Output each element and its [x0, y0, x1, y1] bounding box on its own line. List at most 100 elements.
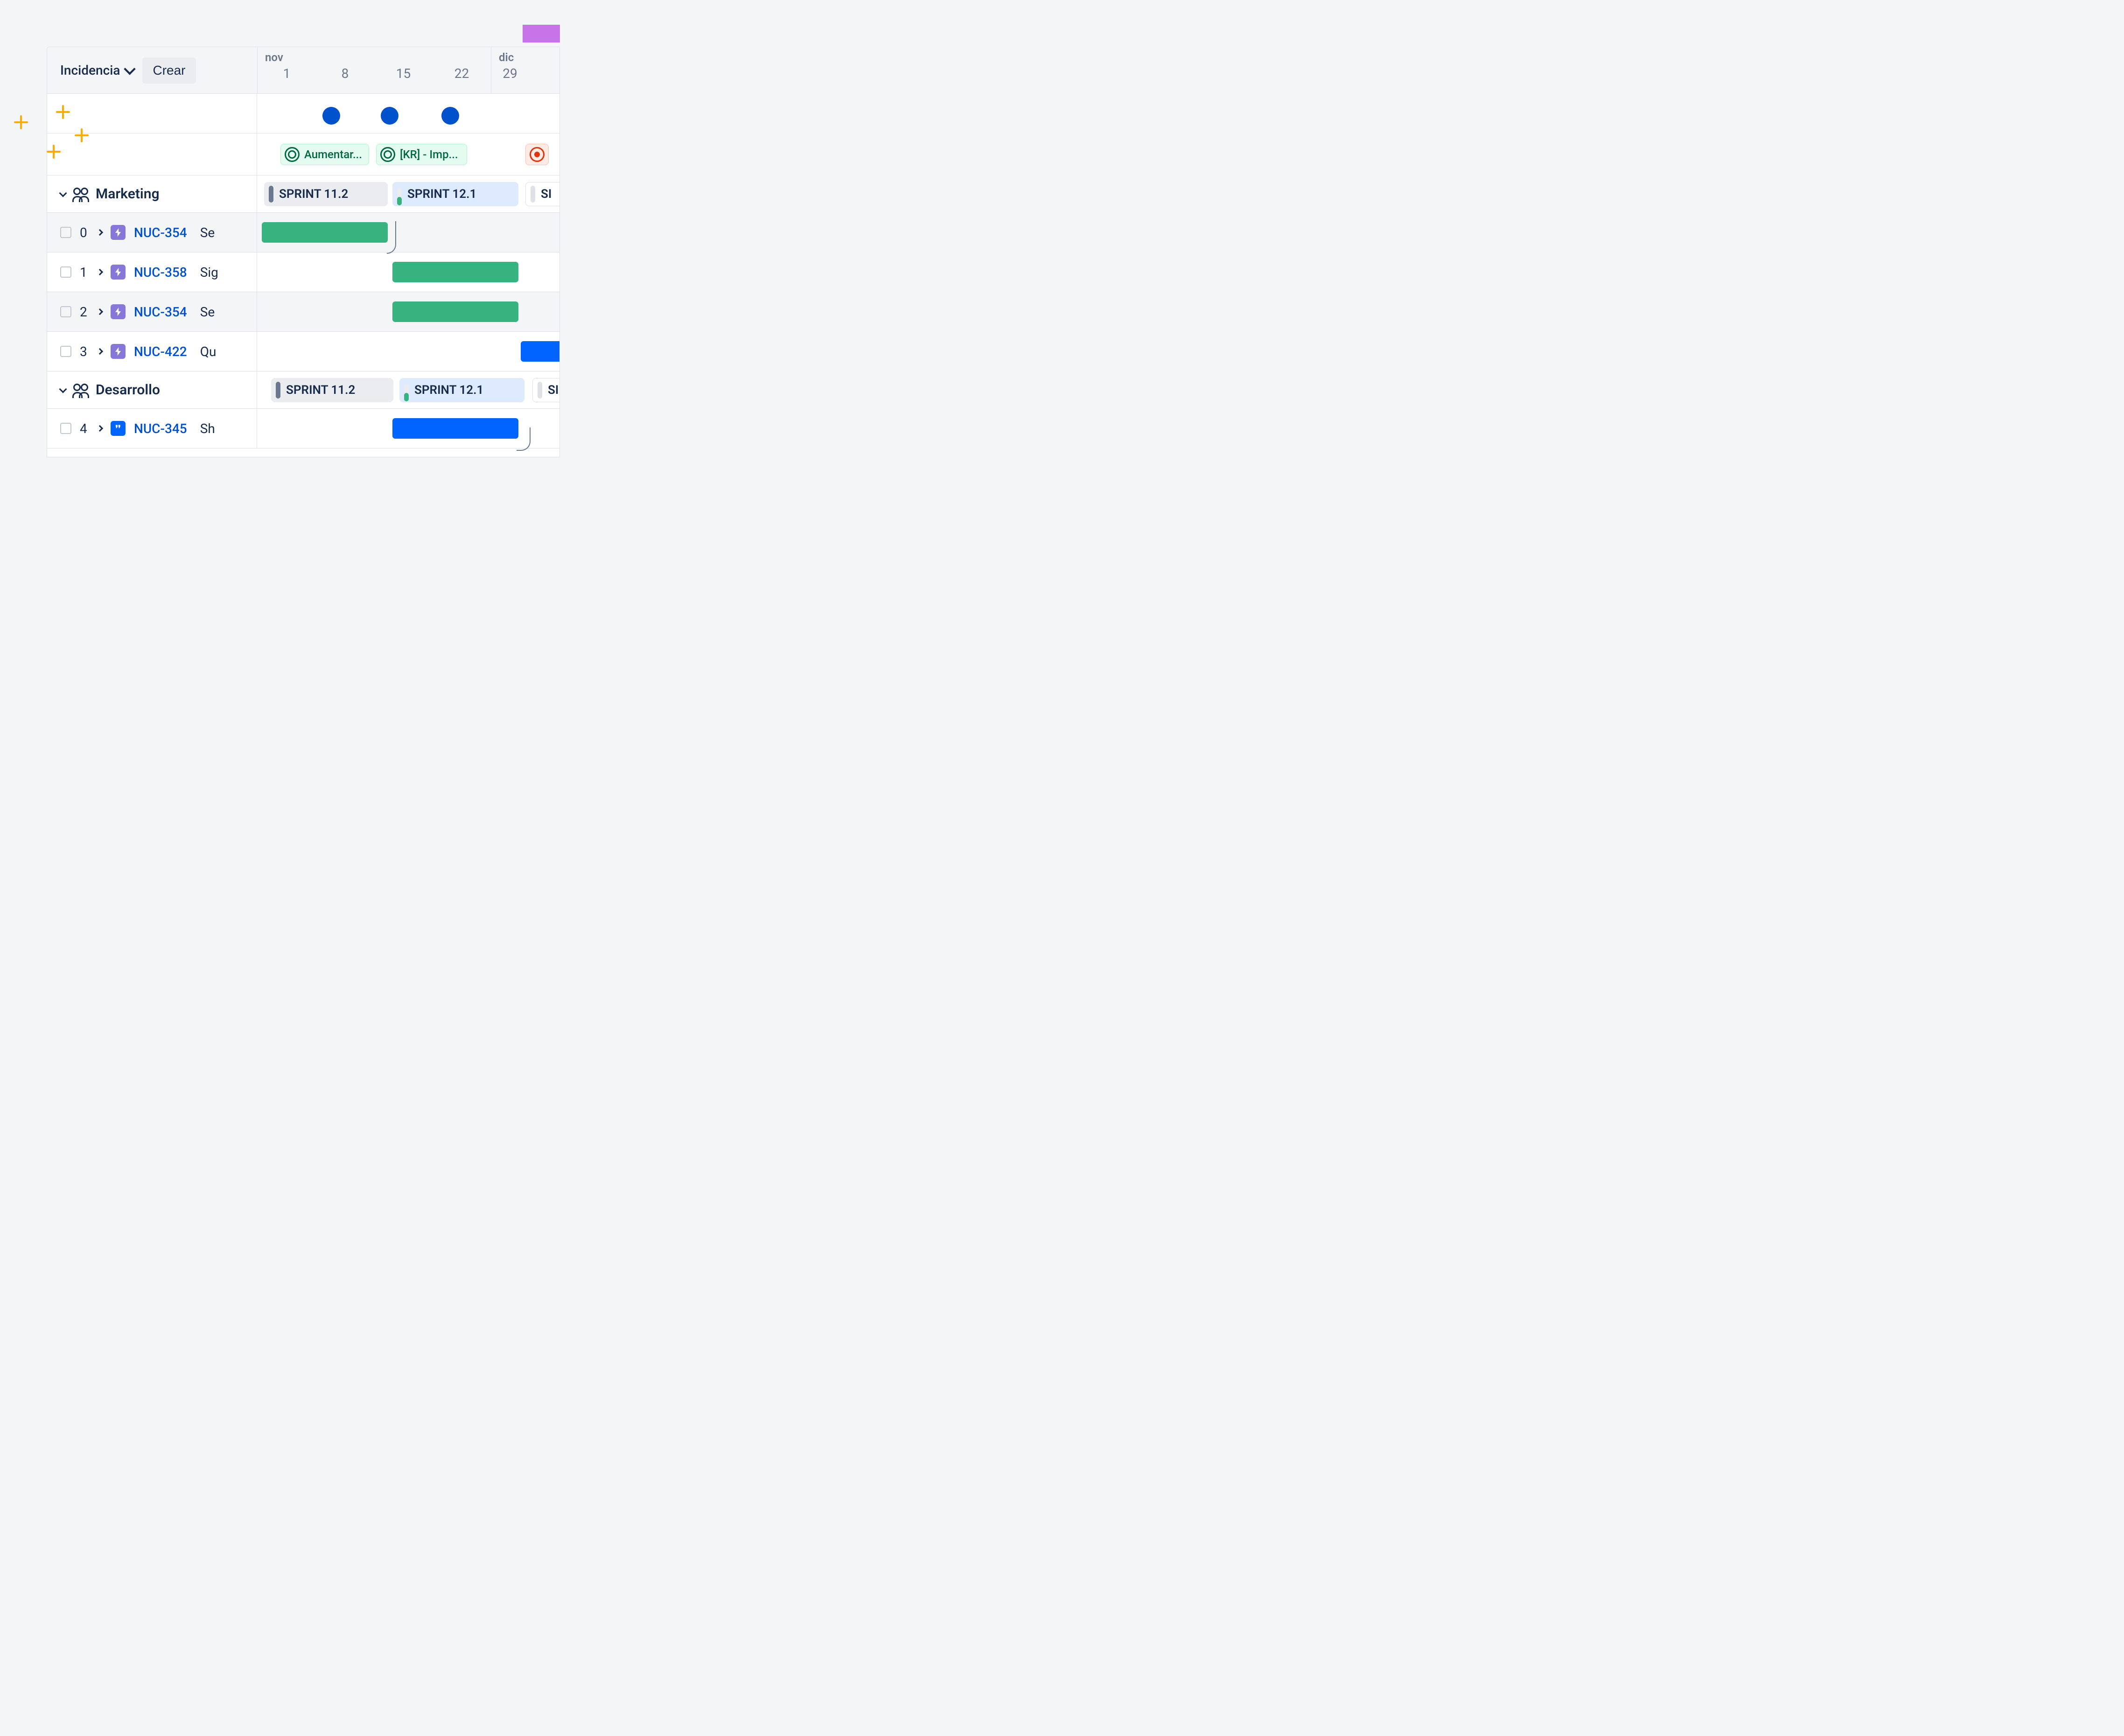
- issue-checkbox[interactable]: [60, 306, 71, 317]
- timeline-row: [257, 292, 559, 332]
- goals-row: Aumentar... [KR] - Imp...: [257, 133, 559, 175]
- issue-checkbox[interactable]: [60, 266, 71, 278]
- month-label: dic: [491, 47, 529, 64]
- issue-row[interactable]: 2NUC-354Se: [47, 292, 257, 332]
- milestone-dot[interactable]: [381, 107, 398, 125]
- month-column: nov181522: [258, 47, 491, 93]
- sprint-label: SPRINT 12.1: [414, 383, 483, 397]
- day-label: 1: [258, 66, 316, 81]
- goal-label: Aumentar...: [304, 148, 362, 161]
- view-type-dropdown[interactable]: Incidencia: [60, 63, 134, 78]
- sprint-chip[interactable]: SI: [532, 378, 560, 402]
- create-button[interactable]: Crear: [142, 57, 196, 84]
- milestone-spacer: [47, 94, 257, 133]
- sprint-chip[interactable]: SPRINT 12.1: [399, 378, 524, 402]
- chevron-right-icon[interactable]: [97, 269, 103, 275]
- timeline-row: [257, 213, 559, 252]
- content: Marketing0NUC-354Se1NUC-358Sig2NUC-354Se…: [47, 94, 559, 448]
- sprint-chip[interactable]: SI: [525, 182, 560, 206]
- sprint-progress-bar: [269, 186, 273, 203]
- timeline-bar[interactable]: [521, 341, 560, 362]
- epic-icon: [111, 265, 126, 280]
- goal-chip[interactable]: [525, 144, 549, 165]
- team-icon: [72, 188, 89, 201]
- group-label: Desarrollo: [96, 382, 160, 398]
- sprint-row: SPRINT 11.2 SPRINT 12.1 SI: [257, 371, 559, 409]
- sprint-chip[interactable]: SPRINT 12.1: [392, 182, 518, 206]
- chevron-right-icon[interactable]: [97, 425, 103, 432]
- chevron-down-icon: [59, 385, 67, 393]
- issue-list-column: Marketing0NUC-354Se1NUC-358Sig2NUC-354Se…: [47, 94, 257, 448]
- sprint-chip[interactable]: SPRINT 11.2: [264, 182, 388, 206]
- issue-key[interactable]: NUC-354: [134, 304, 187, 320]
- timeline-row: [257, 409, 559, 448]
- group-header[interactable]: Marketing: [47, 175, 257, 213]
- epic-icon: [111, 225, 126, 240]
- issue-row[interactable]: 3 NUC-422 Qu: [47, 332, 257, 371]
- dropdown-label: Incidencia: [60, 63, 120, 78]
- sprint-progress-bar: [397, 197, 402, 205]
- issue-row[interactable]: 4 ❜❜ NUC-345 Sh: [47, 409, 257, 448]
- issue-checkbox[interactable]: [60, 346, 71, 357]
- issue-row[interactable]: 1NUC-358Sig: [47, 252, 257, 292]
- target-icon: [380, 147, 395, 162]
- sprint-label: SI: [548, 383, 559, 397]
- goal-label: [KR] - Imp...: [400, 148, 458, 161]
- issue-key[interactable]: NUC-422: [134, 344, 187, 359]
- issue-number: 4: [80, 421, 89, 436]
- milestone-dot[interactable]: [441, 107, 459, 125]
- header-row: Incidencia Crear nov181522dic 29: [47, 47, 559, 94]
- goal-chip[interactable]: Aumentar...: [280, 144, 369, 165]
- epic-icon: [111, 344, 126, 359]
- sprint-progress-bar: [531, 186, 535, 203]
- chevron-down-icon: [124, 63, 136, 75]
- issue-row[interactable]: 0 NUC-354 Se: [47, 213, 257, 252]
- sprint-chip[interactable]: SPRINT 11.2: [271, 378, 393, 402]
- timeline-row: [257, 252, 559, 292]
- sprint-label: SPRINT 11.2: [286, 383, 355, 397]
- timeline-header: nov181522dic 29: [257, 47, 559, 93]
- sprint-progress-bar: [404, 393, 409, 401]
- group-label: Marketing: [96, 186, 160, 202]
- issue-title: Sh: [200, 421, 215, 436]
- day-label: 29: [491, 66, 529, 81]
- goal-chip[interactable]: [KR] - Imp...: [376, 144, 467, 165]
- sprint-label: SPRINT 11.2: [279, 187, 348, 201]
- timeline-bar[interactable]: [262, 222, 388, 243]
- day-label: 15: [374, 66, 433, 81]
- purple-accent-bar: [523, 25, 560, 42]
- dependency-line: [387, 221, 396, 254]
- target-icon: [530, 147, 545, 162]
- issue-key[interactable]: NUC-358: [134, 265, 187, 280]
- issue-key[interactable]: NUC-345: [134, 421, 187, 436]
- milestones-row: [257, 94, 559, 133]
- month-column: dic 29: [491, 47, 529, 93]
- sprint-progress-bar: [538, 382, 542, 399]
- day-label: 8: [316, 66, 374, 81]
- story-icon: ❜❜: [111, 421, 126, 436]
- issue-checkbox[interactable]: [60, 423, 71, 434]
- issue-number: 1: [80, 265, 89, 280]
- sprint-label: SPRINT 12.1: [407, 187, 476, 201]
- chevron-right-icon[interactable]: [97, 229, 103, 236]
- chevron-right-icon[interactable]: [97, 308, 103, 315]
- header-left: Incidencia Crear: [47, 47, 257, 93]
- timeline-bar[interactable]: [392, 262, 518, 282]
- issue-number: 2: [80, 304, 89, 320]
- chevron-right-icon[interactable]: [97, 348, 103, 355]
- days-row: 29: [491, 64, 529, 85]
- issue-key[interactable]: NUC-354: [134, 225, 187, 240]
- milestone-dot[interactable]: [322, 107, 340, 125]
- issue-title: Se: [200, 225, 215, 240]
- group-header[interactable]: Desarrollo: [47, 371, 257, 409]
- issue-number: 3: [80, 344, 89, 359]
- target-icon: [285, 147, 300, 162]
- epic-icon: [111, 304, 126, 319]
- sprint-progress-bar: [276, 382, 280, 399]
- issue-title: Qu: [200, 344, 217, 359]
- issue-checkbox[interactable]: [60, 227, 71, 238]
- issue-number: 0: [80, 225, 89, 240]
- timeline-bar[interactable]: [392, 301, 518, 322]
- dependency-line: [517, 427, 531, 451]
- timeline-bar[interactable]: [392, 418, 518, 439]
